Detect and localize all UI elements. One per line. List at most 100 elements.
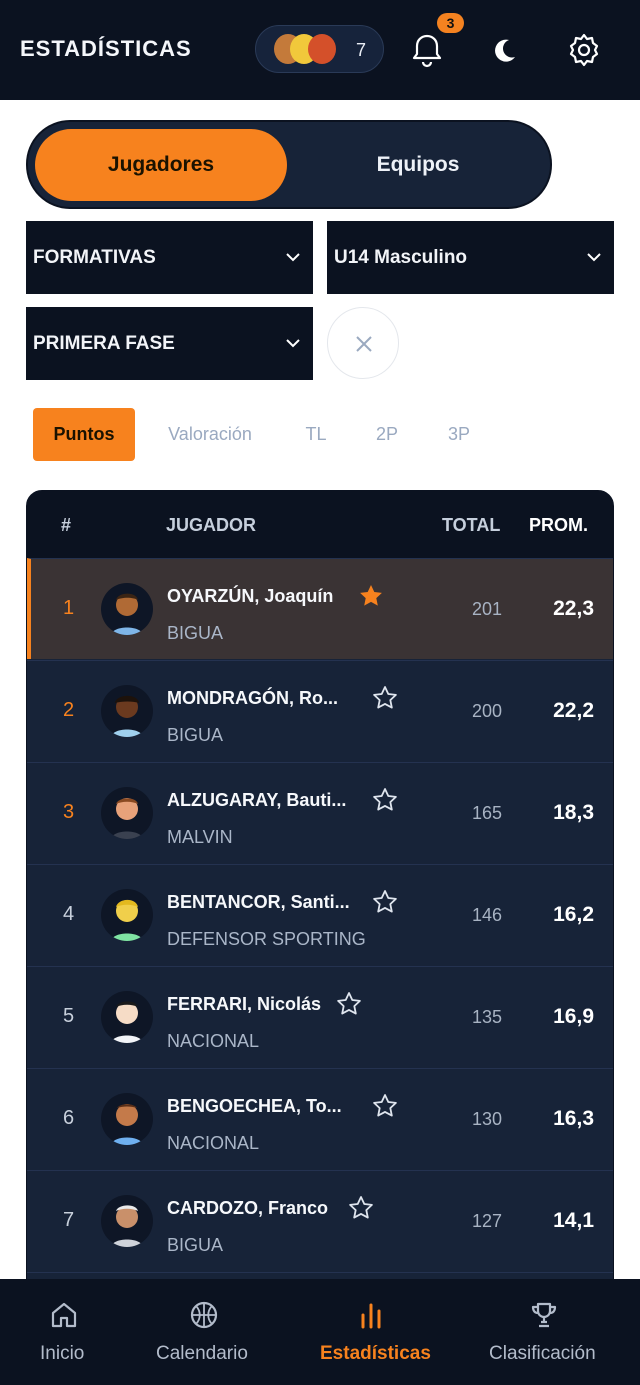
- player-team: MALVIN: [167, 827, 233, 847]
- bell-icon[interactable]: [407, 30, 447, 70]
- player-team: NACIONAL: [167, 1133, 260, 1153]
- player-total: 135: [471, 1007, 502, 1027]
- player-team: BIGUA: [167, 725, 224, 745]
- nav-calendar-label: Calendario: [156, 1343, 248, 1364]
- player-name: MONDRAGÓN, Ro...: [167, 688, 338, 708]
- player-team: DEFENSOR SPORTING: [167, 929, 366, 949]
- row-rank: 5: [63, 1005, 75, 1027]
- player-team: BIGUA: [167, 1235, 224, 1255]
- player-name: CARDOZO, Franco: [167, 1198, 329, 1218]
- table-header: # JUGADOR TOTAL PROM.: [27, 491, 613, 558]
- nav-stats-label: Estadísticas: [320, 1343, 431, 1364]
- player-name: OYARZÚN, Joaquín: [167, 586, 334, 606]
- header-average: PROM.: [529, 515, 589, 535]
- player-total: 201: [471, 599, 502, 619]
- bar-chart-icon: [355, 1299, 387, 1331]
- nav-home-label: Inicio: [40, 1343, 85, 1364]
- category-select-value: FORMATIVAS: [33, 247, 156, 268]
- player-total: 200: [471, 701, 502, 721]
- table-row[interactable]: 1 OYARZÚN, Joaquín BIGUA 201 22,3: [27, 558, 613, 659]
- chevron-down-icon: [584, 247, 604, 267]
- row-rank: 4: [63, 903, 75, 925]
- player-name: BENGOECHEA, To...: [167, 1096, 342, 1116]
- star-filled-icon[interactable]: [358, 583, 384, 609]
- nav-home[interactable]: Inicio: [20, 1279, 108, 1385]
- bottom-nav: Inicio Calendario Estadísticas Clasifica…: [0, 1279, 640, 1385]
- nav-calendar[interactable]: Calendario: [146, 1279, 262, 1385]
- tab-players[interactable]: Jugadores: [35, 129, 287, 201]
- category-select[interactable]: FORMATIVAS: [26, 221, 313, 294]
- star-outline-icon[interactable]: [372, 1093, 398, 1119]
- table-row[interactable]: 5 FERRARI, Nicolás NACIONAL 135 16,9: [27, 966, 613, 1067]
- player-name: BENTANCOR, Santi...: [167, 892, 350, 912]
- nav-standings[interactable]: Clasificación: [482, 1279, 606, 1385]
- table-row[interactable]: 4 BENTANCOR, Santi... DEFENSOR SPORTING …: [27, 864, 613, 965]
- page-title: ESTADÍSTICAS: [20, 36, 192, 61]
- gear-icon[interactable]: [564, 30, 604, 70]
- player-total: 146: [471, 905, 502, 925]
- avatar: [101, 583, 153, 635]
- header-rank: #: [61, 515, 72, 535]
- star-outline-icon[interactable]: [348, 1195, 374, 1221]
- avatar: [101, 1195, 153, 1247]
- player-total: 127: [471, 1211, 502, 1231]
- stat-tab-rating[interactable]: Valoración: [155, 408, 265, 461]
- header-total: TOTAL: [442, 515, 501, 535]
- player-team: NACIONAL: [167, 1031, 260, 1051]
- row-rank: 2: [63, 699, 75, 721]
- clear-filters-button[interactable]: [327, 307, 399, 379]
- avatar: [101, 685, 153, 737]
- division-select-value: U14 Masculino: [334, 247, 468, 268]
- close-icon: [356, 336, 372, 352]
- table-row[interactable]: 7 CARDOZO, Franco BIGUA 127 14,1: [27, 1170, 613, 1271]
- star-outline-icon[interactable]: [372, 685, 398, 711]
- player-average: 16,3: [553, 1107, 594, 1130]
- avatar: [101, 787, 153, 839]
- row-rank: 1: [63, 597, 75, 619]
- division-select[interactable]: U14 Masculino: [327, 221, 614, 294]
- tab-teams[interactable]: Equipos: [292, 129, 544, 201]
- star-outline-icon[interactable]: [336, 991, 362, 1017]
- player-average: 16,9: [553, 1005, 594, 1028]
- players-teams-switch: Jugadores Equipos: [26, 120, 552, 209]
- stat-tab-free-throws[interactable]: TL: [292, 408, 340, 461]
- player-average: 14,1: [553, 1209, 594, 1232]
- moon-icon[interactable]: [485, 30, 525, 70]
- player-total: 165: [471, 803, 502, 823]
- player-average: 22,2: [553, 699, 594, 722]
- player-stats-table: # JUGADOR TOTAL PROM. 1 OYARZÚN, Joaquín…: [26, 490, 614, 1385]
- top-bar: ESTADÍSTICAS 7 3: [0, 0, 640, 100]
- player-name: ALZUGARAY, Bauti...: [167, 790, 347, 810]
- stat-tab-points[interactable]: Puntos: [33, 408, 135, 461]
- app-root: ESTADÍSTICAS 7 3 Jugadores Equipos FORMA…: [0, 0, 640, 1385]
- home-icon: [48, 1299, 80, 1331]
- row-rank: 6: [63, 1107, 75, 1129]
- stat-tab-three-pointers[interactable]: 3P: [435, 408, 483, 461]
- nav-stats[interactable]: Estadísticas: [312, 1279, 431, 1385]
- player-average: 16,2: [553, 903, 594, 926]
- nav-standings-label: Clasificación: [489, 1343, 596, 1364]
- phase-select[interactable]: PRIMERA FASE: [26, 307, 313, 380]
- stat-tab-two-pointers[interactable]: 2P: [363, 408, 411, 461]
- followers-count: 7: [356, 40, 367, 60]
- followers-chip[interactable]: 7: [255, 25, 384, 73]
- player-average: 18,3: [553, 801, 594, 824]
- chevron-down-icon: [283, 333, 303, 353]
- basketball-icon: [188, 1299, 220, 1331]
- player-name: FERRARI, Nicolás: [167, 994, 322, 1014]
- table-row[interactable]: 2 MONDRAGÓN, Ro... BIGUA 200 22,2: [27, 660, 613, 761]
- follower-avatar: [308, 34, 336, 64]
- avatar: [101, 889, 153, 941]
- trophy-icon: [528, 1299, 560, 1331]
- row-rank: 7: [63, 1209, 75, 1231]
- star-outline-icon[interactable]: [372, 889, 398, 915]
- player-team: BIGUA: [167, 623, 224, 643]
- notification-badge: 3: [437, 13, 464, 33]
- player-total: 130: [471, 1109, 502, 1129]
- table-row[interactable]: 6 BENGOECHEA, To... NACIONAL 130 16,3: [27, 1068, 613, 1169]
- star-outline-icon[interactable]: [372, 787, 398, 813]
- player-average: 22,3: [553, 597, 594, 620]
- chevron-down-icon: [283, 247, 303, 267]
- avatar: [101, 1093, 153, 1145]
- table-row[interactable]: 3 ALZUGARAY, Bauti... MALVIN 165 18,3: [27, 762, 613, 863]
